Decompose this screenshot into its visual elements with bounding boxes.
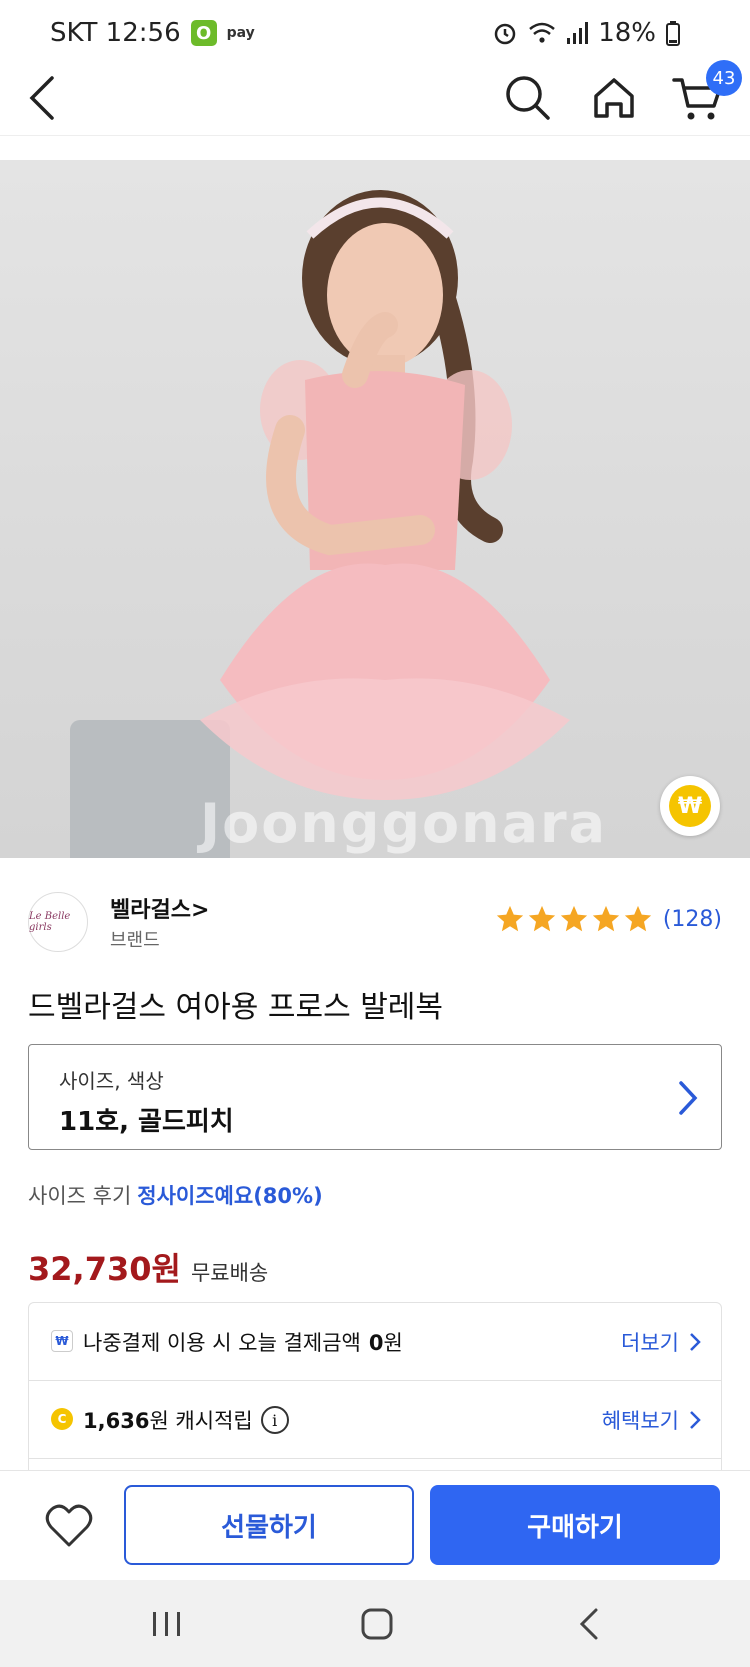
benefit-text: 나중결제 이용 시 오늘 결제금액 0원 [83, 1327, 403, 1357]
status-right: 18% [492, 18, 680, 48]
carrier-time: SKT 12:56 [50, 18, 181, 48]
cart-count-badge: 43 [706, 60, 742, 96]
more-link[interactable]: 더보기 [621, 1327, 701, 1357]
benefit-text: 1,636원 캐시적립 i [83, 1405, 289, 1435]
status-left: SKT 12:56 O pay [50, 18, 255, 48]
search-icon[interactable] [500, 70, 556, 126]
action-bar: 선물하기 구매하기 [0, 1470, 750, 1580]
seller-name-link[interactable]: 벨라걸스> [110, 892, 209, 924]
product-photo [200, 190, 570, 800]
wpay-icon: ₩ [51, 1330, 73, 1352]
product-title: 드벨라걸스 여아용 프로스 발레복 [28, 990, 444, 1025]
star-icon [560, 905, 587, 932]
benefit-text-prefix: 나중결제 이용 시 오늘 결제금액 [83, 1331, 361, 1355]
cashback-suffix: 원 캐시적립 [149, 1409, 253, 1433]
battery-icon [666, 21, 680, 46]
alarm-icon [494, 23, 516, 45]
battery-percent: 18% [598, 18, 656, 48]
pay-label: pay [226, 25, 255, 41]
option-label: 사이즈, 색상 [59, 1069, 164, 1093]
back-icon[interactable] [24, 72, 64, 124]
wifi-icon [529, 22, 556, 43]
size-review-value[interactable]: 정사이즈예요(80%) [137, 1184, 322, 1208]
system-nav-bar [0, 1580, 750, 1667]
watermark: Joonggonara [200, 792, 608, 855]
top-nav [0, 68, 750, 136]
size-review-label: 사이즈 후기 [28, 1184, 132, 1208]
cashback-amount: 1,636 [83, 1409, 150, 1433]
star-icon [624, 905, 651, 932]
buy-button[interactable]: 구매하기 [430, 1485, 720, 1565]
won-pay-icon: ₩ [669, 785, 711, 827]
chevron-right-icon [690, 1411, 701, 1429]
chevron-right-icon [690, 1333, 701, 1351]
rating[interactable]: (128) [495, 904, 722, 934]
benefit-row-deferred-payment[interactable]: ₩ 나중결제 이용 시 오늘 결제금액 0원 더보기 [29, 1303, 721, 1381]
app-badge-icon: O [190, 20, 217, 46]
shipping-info: 무료배송 [190, 1261, 269, 1285]
signal-icon [567, 22, 589, 44]
coin-icon: C [51, 1408, 73, 1430]
home-icon[interactable] [586, 70, 642, 126]
option-selector[interactable]: 사이즈, 색상 11호, 골드피치 [28, 1044, 722, 1150]
benefits-link[interactable]: 혜택보기 [602, 1405, 701, 1435]
chevron-right-icon [679, 1081, 698, 1115]
pay-badge[interactable]: ₩ [660, 776, 720, 836]
status-bar: SKT 12:56 O pay 18% [0, 0, 750, 68]
price: 32,730원 [28, 1250, 181, 1288]
product-image[interactable]: Joonggonara ₩ [0, 160, 750, 858]
star-icon [496, 905, 523, 932]
benefits-link-label: 혜택보기 [601, 1409, 679, 1433]
star-icon [528, 905, 555, 932]
heart-icon[interactable] [44, 1501, 94, 1551]
info-icon[interactable]: i [260, 1406, 289, 1434]
option-value: 11호, 골드피치 [59, 1107, 234, 1137]
seller-row: Le Belle girls 벨라걸스> 브랜드 (128) [28, 892, 722, 952]
benefit-text-suffix: 원 [383, 1331, 403, 1355]
more-link-label: 더보기 [621, 1331, 679, 1355]
star-icon [592, 905, 619, 932]
seller-logo[interactable]: Le Belle girls [28, 892, 88, 952]
benefit-row-cashback[interactable]: C 1,636원 캐시적립 i 혜택보기 [29, 1381, 721, 1459]
recent-apps-icon[interactable] [145, 1602, 189, 1646]
gift-button[interactable]: 선물하기 [124, 1485, 414, 1565]
home-button-icon[interactable] [355, 1602, 399, 1646]
seller-type: 브랜드 [110, 930, 160, 951]
review-count: (128) [662, 906, 722, 932]
benefit-amount: 0 [368, 1331, 384, 1355]
system-back-icon[interactable] [568, 1602, 612, 1646]
size-review: 사이즈 후기 정사이즈예요(80%) [28, 1180, 323, 1210]
price-row: 32,730원 무료배송 [28, 1244, 268, 1290]
